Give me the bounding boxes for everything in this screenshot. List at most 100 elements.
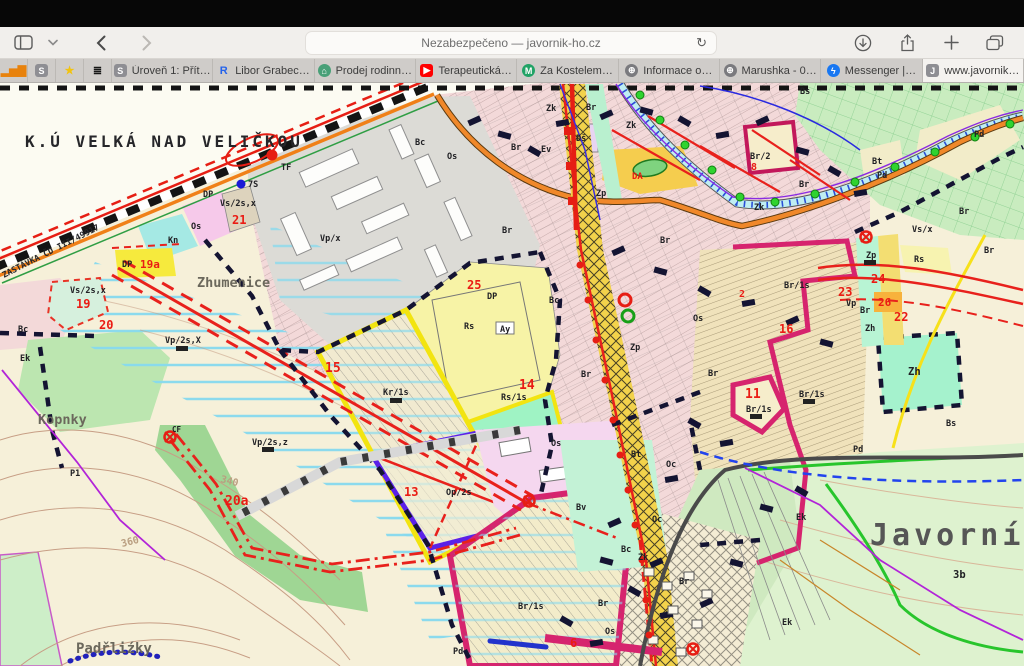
map-label: Br (799, 180, 809, 190)
map-label: 11 (745, 387, 761, 402)
tab-label: Libor Grabec… (235, 65, 310, 77)
map-label: Bt (872, 157, 882, 167)
back-button[interactable] (88, 32, 114, 54)
map-viewport[interactable]: K.Ú VELKÁ NAD VELIČKOUZASTÁVKA ČD III/49… (0, 83, 1024, 666)
tab-11[interactable]: ⊕ Marushka - 0… (720, 59, 821, 82)
forward-button[interactable] (134, 32, 160, 54)
chevron-down-icon[interactable] (40, 32, 66, 54)
downloads-icon[interactable] (850, 32, 876, 54)
map-label: Zhumenice (197, 275, 270, 291)
map-label: 13 (404, 485, 418, 499)
tab-9[interactable]: MZa Kostelem… (517, 59, 618, 82)
map-label: 3b (953, 569, 966, 581)
map-label: Os (605, 627, 615, 637)
tab-label: Úroveň 1: Přít… (132, 65, 211, 77)
map-label: Vs/x (912, 225, 932, 235)
map-label: 22 (894, 310, 908, 324)
map-label: 19 (76, 297, 90, 311)
map-label: Br (598, 599, 608, 609)
map-label: 6 (570, 636, 577, 650)
map-label: Pd (974, 130, 984, 140)
tab-overview-icon[interactable] (982, 32, 1008, 54)
tab-favicon: ★ (63, 64, 76, 77)
sidebar-toggle-icon[interactable] (10, 32, 36, 54)
tab-favicon: ⊕ (625, 64, 638, 77)
map-label: Br/1s (518, 602, 544, 612)
map-label: Bv (576, 503, 586, 513)
tab-5[interactable]: S Úroveň 1: Přít… (112, 59, 213, 82)
map-label: DA (632, 172, 643, 182)
address-bar-text: Nezabezpečeno — javornik-ho.cz (421, 36, 600, 50)
tab-label: Marushka - 0… (742, 65, 817, 77)
map-label: Kr/1s (383, 388, 409, 398)
tab-favicon: S (35, 64, 48, 77)
map-label: Pd (853, 445, 863, 455)
map-label: TF (281, 163, 291, 173)
map-label: Oc (666, 460, 676, 470)
tab-8[interactable]: ▶Terapeutická… (416, 59, 517, 82)
map-label: Os (447, 152, 457, 162)
map-label: Br (959, 207, 969, 217)
map-label: Br (679, 577, 689, 587)
tab-4[interactable]: ≣ (84, 59, 112, 82)
map-label: DP (203, 190, 213, 200)
tab-6[interactable]: RLibor Grabec… (213, 59, 314, 82)
tab-favicon: ⌂ (318, 64, 331, 77)
map-label: 23 (838, 285, 852, 299)
map-label: Zk (546, 104, 556, 114)
map-label: Zp (596, 189, 606, 199)
tab-10[interactable]: ⊕ Informace o… (619, 59, 720, 82)
zoning-map: K.Ú VELKÁ NAD VELIČKOUZASTÁVKA ČD III/49… (0, 83, 1024, 666)
map-label: Op/2s (446, 488, 472, 498)
map-label: 25 (467, 278, 481, 292)
map-label: Zk (638, 553, 648, 563)
tab-12[interactable]: ϟMessenger |… (821, 59, 922, 82)
browser-toolbar: Nezabezpečeno — javornik-ho.cz ↻ (0, 27, 1024, 59)
tab-1[interactable]: ▂▅▇ (0, 59, 28, 82)
map-label: 16 (779, 322, 793, 336)
map-label: 2 (739, 289, 745, 300)
map-label: Bc (18, 325, 28, 335)
tab-2[interactable]: S (28, 59, 56, 82)
menu-bar-strip (0, 0, 1024, 27)
map-label: Zh (865, 324, 875, 334)
map-label: Os (693, 314, 703, 324)
map-label: DP (487, 292, 497, 302)
map-label: Kopnky (38, 412, 87, 428)
tab-7[interactable]: ⌂ Prodej rodinn… (315, 59, 416, 82)
reload-icon[interactable]: ↻ (696, 35, 707, 51)
new-tab-icon[interactable] (938, 32, 964, 54)
map-label: Br/2 (750, 152, 770, 162)
map-label: Rs (914, 255, 924, 265)
map-label: 14 (519, 378, 535, 393)
map-label: Vp/x (320, 234, 340, 244)
map-label: Br (511, 143, 521, 153)
tab-3[interactable]: ★ (56, 59, 84, 82)
map-label: 20 (99, 318, 113, 332)
tab-bar: ▂▅▇S★≣SÚroveň 1: Přít…RLibor Grabec…⌂Pro… (0, 59, 1024, 83)
map-label: Vp (846, 299, 856, 309)
address-bar[interactable]: Nezabezpečeno — javornik-ho.cz ↻ (305, 31, 717, 55)
tab-label: Informace o… (643, 65, 712, 77)
tab-label: Messenger |… (845, 65, 916, 77)
map-label: Ev (541, 145, 551, 155)
map-label: Zh (908, 366, 921, 378)
map-label: P1 (70, 469, 80, 479)
map-label: Zk (754, 203, 764, 213)
map-label: Ek (782, 618, 792, 628)
tab-favicon: S (114, 64, 127, 77)
tab-favicon: ▂▅▇ (7, 64, 20, 77)
map-label: Bs (946, 419, 956, 429)
share-icon[interactable] (894, 32, 920, 54)
map-label: DP (122, 260, 132, 270)
safari-window: Nezabezpečeno — javornik-ho.cz ↻ ▂▅▇S★≣S… (0, 0, 1024, 666)
map-label: Ay (500, 325, 510, 335)
map-label: Br/1s (799, 390, 825, 400)
tab-label: Prodej rodinn… (336, 65, 412, 77)
map-label: K.Ú VELKÁ NAD VELIČKOU (25, 132, 303, 151)
tab-13[interactable]: Jwww.javornik… (923, 59, 1024, 82)
map-label: Rs/1s (501, 393, 527, 403)
map-label: Os (551, 439, 561, 449)
tab-favicon: ⊕ (724, 64, 737, 77)
map-label: Zp (630, 343, 640, 353)
